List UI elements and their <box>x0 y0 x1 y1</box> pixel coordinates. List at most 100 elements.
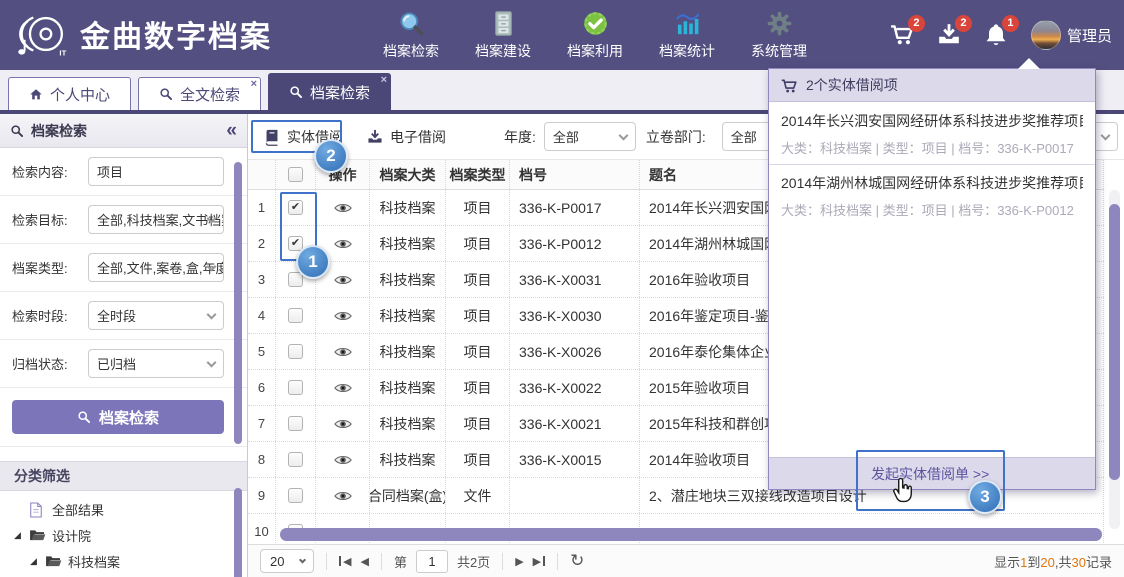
vertical-scrollbar[interactable] <box>1109 190 1120 529</box>
archive-status-select[interactable]: 已归档 <box>88 349 224 378</box>
nav-system-management[interactable]: 系统管理 <box>740 10 818 61</box>
annotation-step-1-badge: 1 <box>296 245 330 279</box>
year-select[interactable]: 全部 <box>544 122 636 151</box>
chevron-down-icon <box>207 309 217 319</box>
download-button[interactable]: 2 <box>937 23 962 48</box>
view-icon[interactable] <box>334 490 352 502</box>
tab-archive-search[interactable]: 档案检索 × <box>268 73 391 110</box>
electronic-borrow-button[interactable]: 电子借阅 <box>361 127 452 147</box>
cart-popup: 2个实体借阅项 2014年长兴泗安国网经研体系科技进步奖推荐项目 大类：科技档案… <box>768 68 1096 490</box>
search-content-input[interactable] <box>88 157 224 186</box>
row-checkbox[interactable]: ✔ <box>288 416 303 431</box>
page-size-select[interactable]: 20 <box>260 549 314 573</box>
cell-archive-class: 科技档案 <box>370 406 446 441</box>
select-all-checkbox[interactable] <box>288 167 303 182</box>
archive-search-button[interactable]: 档案检索 <box>12 400 224 434</box>
tree-item-design-institute[interactable]: ◢ 设计院 <box>0 522 247 548</box>
expander-open-icon[interactable]: ◢ <box>28 556 39 567</box>
view-icon[interactable] <box>334 346 352 358</box>
category-tree: 全部结果 ◢ 设计院 ◢ 科技档案 ▷ 咨询设计档案 <box>0 491 247 577</box>
sidebar-scrollbar[interactable] <box>234 162 242 444</box>
form-row: 检索目标: 全部,科技档案,文书档案 <box>0 196 247 244</box>
tab-fulltext-search[interactable]: 全文检索 × <box>138 77 261 110</box>
tree-scrollbar[interactable] <box>234 488 242 577</box>
borrow-item[interactable]: 2014年长兴泗安国网经研体系科技进步奖推荐项目 大类：科技档案 | 类型：项目… <box>769 103 1095 165</box>
search-sidebar: 档案检索 « 检索内容: 检索目标: 全部,科技档案,文书档案 档案类型: 全部… <box>0 114 248 577</box>
tab-label: 全文检索 <box>180 84 240 105</box>
archive-type-select[interactable]: 全部,文件,案卷,盒,年度 <box>88 253 224 282</box>
view-icon[interactable] <box>334 274 352 286</box>
tree-item-tech-archives[interactable]: ◢ 科技档案 <box>0 548 247 574</box>
nav-archive-statistics[interactable]: 档案统计 <box>648 10 726 61</box>
first-page-button[interactable]: ◀ <box>339 555 351 568</box>
page-number-input[interactable] <box>416 550 448 573</box>
next-page-icon: ▶ <box>515 555 523 568</box>
view-icon[interactable] <box>334 310 352 322</box>
initiate-borrow-link[interactable]: 发起实体借阅单 >> <box>871 464 989 484</box>
app-window: IT 金曲数字档案 档案检索 档案建设 档案利用 <box>0 0 1124 577</box>
notifications-button[interactable]: 1 <box>984 23 1009 48</box>
view-icon[interactable] <box>334 382 352 394</box>
user-menu[interactable]: 管理员 <box>1031 20 1112 50</box>
records-summary: 显示1到20,共30记录 <box>994 552 1112 571</box>
tab-label: 档案检索 <box>310 82 370 103</box>
view-icon[interactable] <box>334 454 352 466</box>
view-icon[interactable] <box>334 202 352 214</box>
view-icon[interactable] <box>334 418 352 430</box>
next-page-button[interactable]: ▶ <box>515 555 523 568</box>
brand: IT 金曲数字档案 <box>14 10 272 58</box>
nav-archive-utilization[interactable]: 档案利用 <box>556 10 634 61</box>
select-value: 全部 <box>553 127 579 146</box>
cell-archive-type: 项目 <box>446 226 510 261</box>
cart-badge: 2 <box>908 15 925 32</box>
tab-personal-center[interactable]: 个人中心 <box>8 77 131 110</box>
field-label: 检索目标: <box>12 210 88 229</box>
tree-item-all-results[interactable]: 全部结果 <box>0 496 247 522</box>
cell-archive-class: 科技档案 <box>370 262 446 297</box>
cell-archive-class: 科技档案 <box>370 226 446 261</box>
close-icon[interactable]: × <box>251 79 257 90</box>
borrow-item[interactable]: 2014年湖州林城国网经研体系科技进步奖推荐项目 大类：科技档案 | 类型：项目… <box>769 165 1095 226</box>
cabinet-icon <box>490 10 517 37</box>
last-page-button[interactable]: ▶ <box>533 555 545 568</box>
expander-open-icon[interactable]: ◢ <box>12 530 23 541</box>
close-icon[interactable]: × <box>381 75 387 86</box>
form-row: 档案检索 <box>0 388 247 447</box>
refresh-button[interactable]: ↻ <box>570 551 584 571</box>
form-row: 检索时段: 全时段 <box>0 292 247 340</box>
search-target-select[interactable]: 全部,科技档案,文书档案 <box>88 205 224 234</box>
scrollbar-thumb[interactable] <box>280 528 1102 541</box>
check-icon: ✔ <box>291 202 300 213</box>
cart-button[interactable]: 2 <box>890 23 915 48</box>
collapse-panel-button[interactable]: « <box>226 120 237 142</box>
nav-archive-search[interactable]: 档案检索 <box>372 10 450 61</box>
cell-archive-type: 项目 <box>446 190 510 225</box>
main-nav: 档案检索 档案建设 档案利用 档案统计 <box>372 0 818 70</box>
select-value: 20 <box>270 554 284 569</box>
borrow-item-meta: 大类：科技档案 | 类型：项目 | 档号：336-K-P0017 <box>781 138 1083 157</box>
time-range-select[interactable]: 全时段 <box>88 301 224 330</box>
panel-title: 档案检索 <box>31 121 87 141</box>
scrollbar-thumb[interactable] <box>1109 204 1120 480</box>
nav-archive-construction[interactable]: 档案建设 <box>464 10 542 61</box>
gear-icon <box>766 10 793 37</box>
row-checkbox[interactable]: ✔ <box>288 200 303 215</box>
prev-page-button[interactable]: ◀ <box>360 555 368 568</box>
cell-archive-class: 合同档案(盒) <box>370 478 446 513</box>
row-checkbox[interactable]: ✔ <box>288 452 303 467</box>
tree-label: 设计院 <box>52 526 91 545</box>
row-checkbox[interactable]: ✔ <box>288 488 303 503</box>
cell-archive-type: 项目 <box>446 298 510 333</box>
view-icon[interactable] <box>334 238 352 250</box>
horizontal-scrollbar[interactable] <box>280 528 1102 541</box>
prev-page-icon: ◀ <box>360 555 368 568</box>
search-icon <box>398 10 425 37</box>
row-checkbox[interactable]: ✔ <box>288 308 303 323</box>
check-icon: ✔ <box>291 238 300 249</box>
row-checkbox[interactable]: ✔ <box>288 380 303 395</box>
chevron-down-icon <box>1101 130 1111 140</box>
folder-open-icon <box>29 528 46 543</box>
field-label: 归档状态: <box>12 354 88 373</box>
row-checkbox[interactable]: ✔ <box>288 344 303 359</box>
download-icon <box>367 129 383 145</box>
